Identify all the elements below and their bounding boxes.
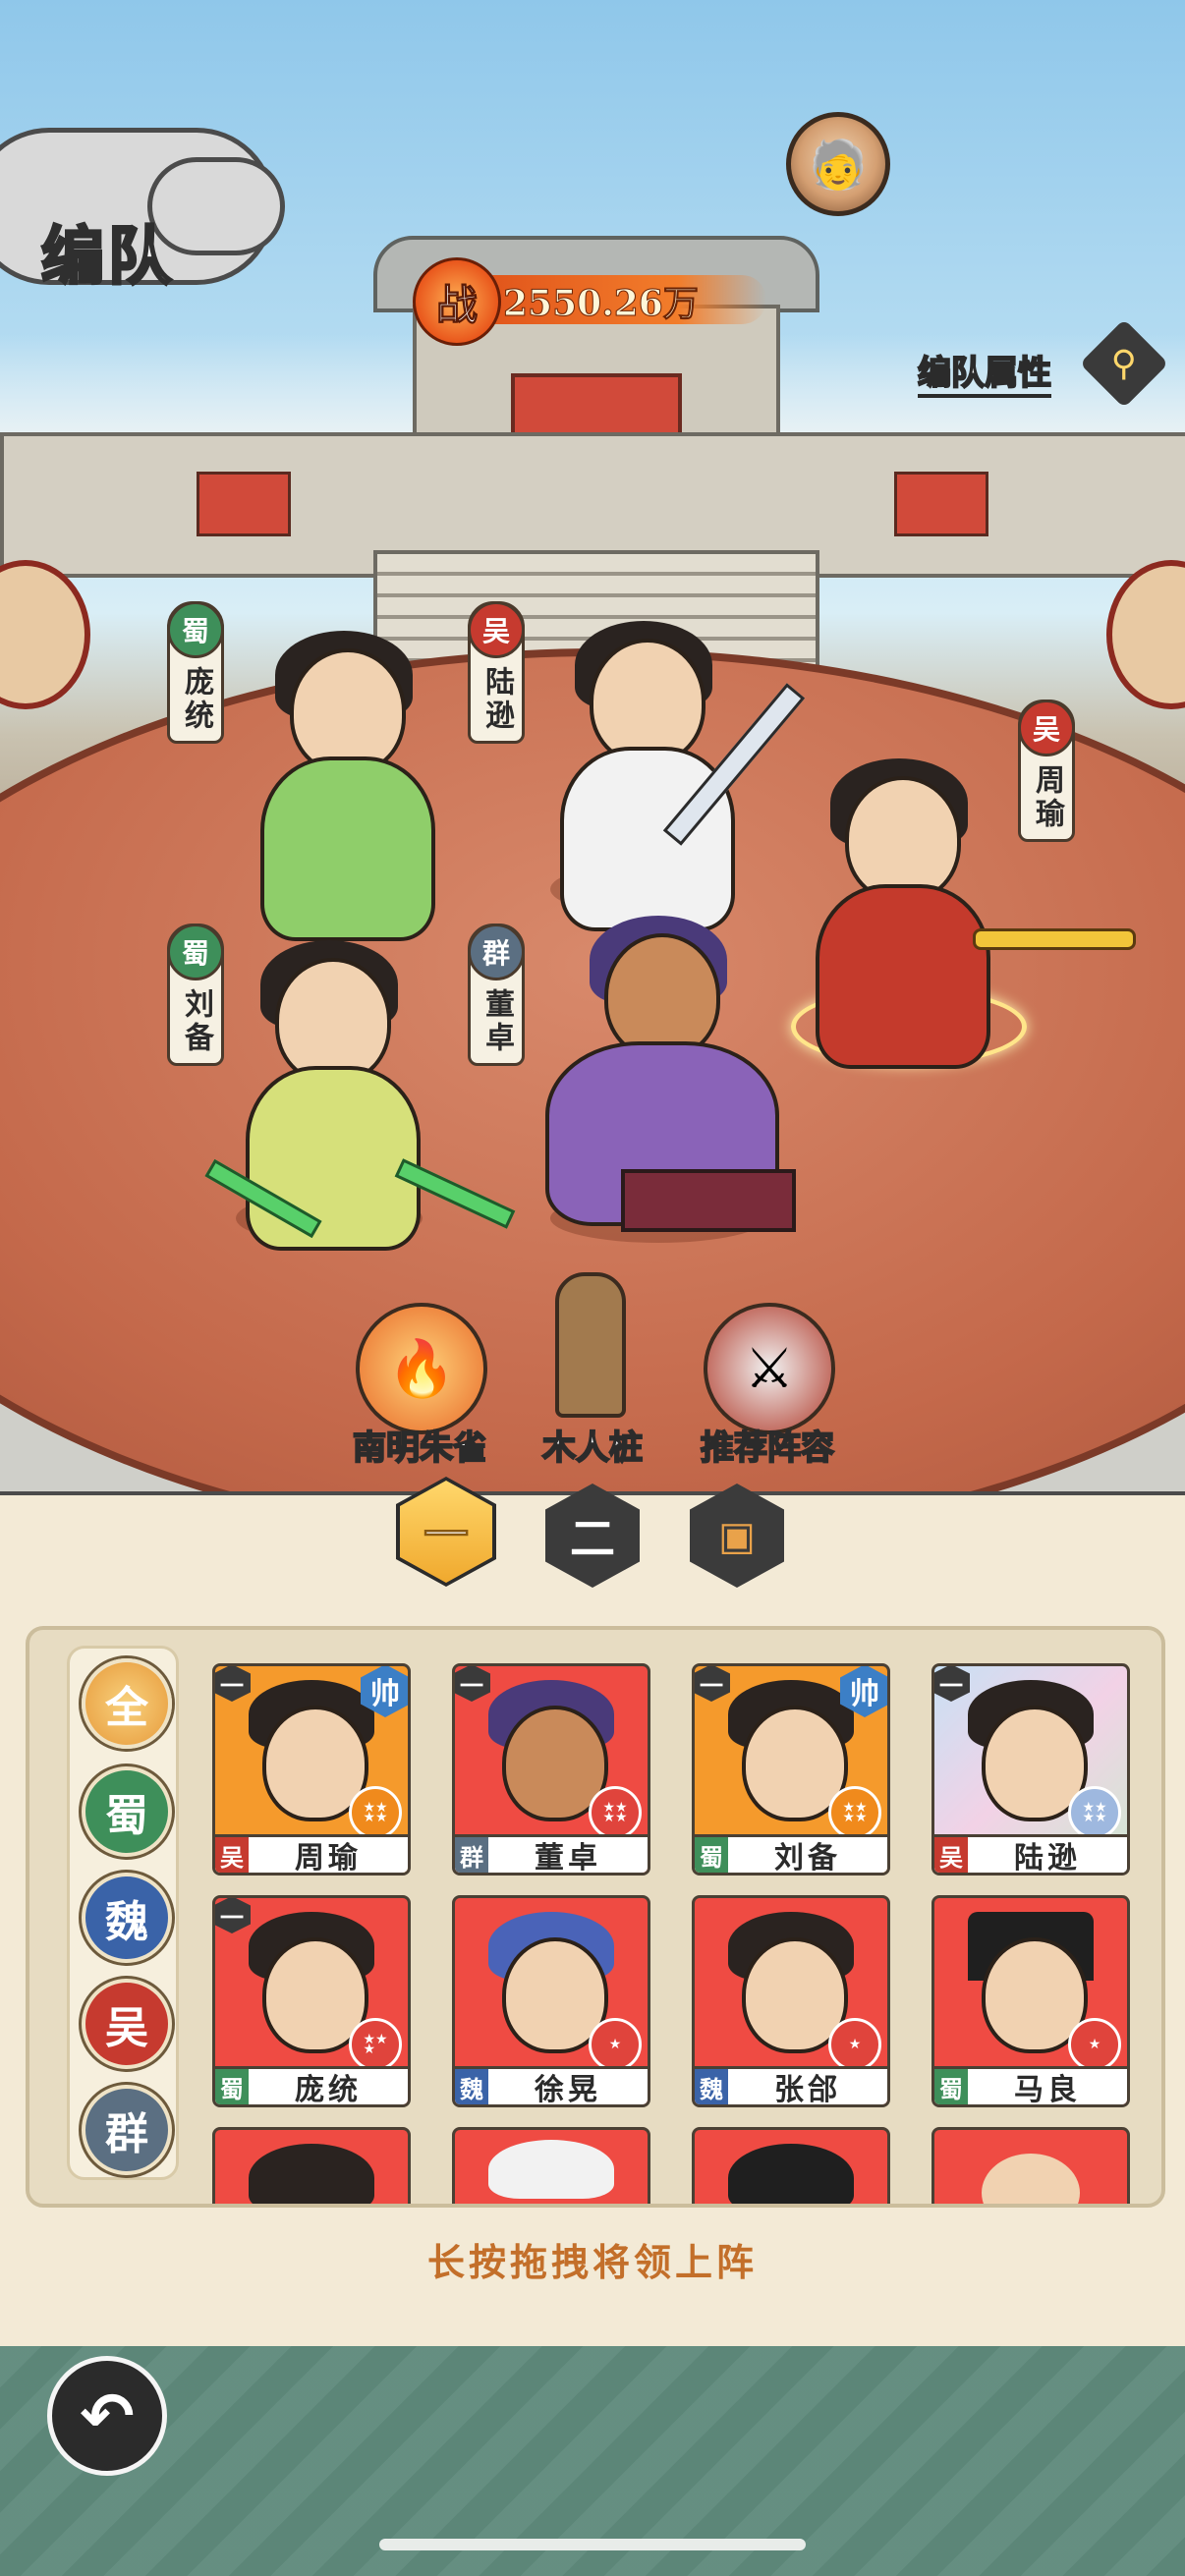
tool-label: 南明朱雀 [352,1428,487,1469]
hero-card[interactable] [692,2127,890,2204]
hero-card[interactable]: 一 帅 ★★ ★★ 蜀刘备 [692,1663,890,1876]
card-faction: 蜀 [934,2069,968,2104]
hero-banner: 蜀 刘备 [167,924,224,1066]
star-rank-icon: ★★ ★★ [349,1786,402,1839]
hero-card[interactable] [452,2127,650,2204]
card-hero-name: 徐晃 [535,2073,601,2107]
lock-chest-icon: ▣ [690,1484,784,1588]
hero-card[interactable]: ★ 魏 张郃 [692,1895,890,2107]
hero-banner: 群 董卓 [468,924,525,1066]
hero-banner: 吴 陆逊 [468,601,525,744]
flag-right [894,472,988,536]
hero-card[interactable] [931,2127,1130,2204]
faction-badge: 吴 [468,601,525,658]
hero-name: 庞统 [179,666,213,733]
hero-name: 周瑜 [1030,764,1064,831]
field-hero-pangtong[interactable] [255,631,435,941]
tool-recommend-lineup-button[interactable]: ⚔ 推荐阵容 [700,1303,835,1469]
drum-left [0,560,90,709]
drag-hint-text: 长按拖拽将领上阵 [426,2240,758,2284]
tool-label: 木人桩 [541,1428,644,1469]
field-hero-zhouyu[interactable] [806,758,992,1069]
table-prop [621,1169,796,1232]
card-faction: 吴 [215,1837,249,1873]
hero-card[interactable]: 一 ★★ ★ 蜀庞统 [212,1895,411,2107]
faction-badge: 吴 [1018,700,1075,756]
faction-badge: 群 [468,924,525,980]
faction-badge: 蜀 [167,924,224,980]
card-faction: 蜀 [215,2069,249,2104]
battle-scene: 编队 🧓 战 2550.26万 编队属性 ⚲ 蜀 庞统 吴 陆逊 吴 周瑜 蜀 … [0,0,1185,1533]
filter-all-button[interactable]: 全 [82,1658,172,1749]
golden-sword-prop [973,928,1136,950]
hero-card[interactable]: 一 帅 ★★ ★★ 吴周瑜 [212,1663,411,1876]
team-tab-2[interactable]: 二 [545,1484,640,1588]
flag-left [197,472,291,536]
team-tab-locked[interactable]: ▣ [690,1484,784,1588]
card-hero-name: 张郃 [774,2073,841,2107]
crossed-swords-icon: ⚔ [704,1303,835,1434]
filter-wu-button[interactable]: 吴 [82,1979,172,2069]
card-faction: 蜀 [695,1837,728,1873]
hero-name: 陆逊 [480,666,514,733]
tool-label: 推荐阵容 [700,1428,835,1469]
hero-card[interactable] [212,2127,411,2204]
hero-roster-grid: 全 蜀 魏 吴 群 一 帅 ★★ ★★ 吴周瑜 一 ★★ ★★ 群董卓 一 帅 ★★… [26,1626,1165,2208]
tool-phoenix-button[interactable]: 🔥 南明朱雀 [352,1303,487,1469]
combat-power-badge: 战 [413,257,501,346]
hero-name: 刘备 [179,988,213,1055]
filter-qun-button[interactable]: 群 [82,2085,172,2175]
card-faction: 吴 [934,1837,968,1873]
star-rank-icon: ★ [828,2018,881,2071]
card-hero-name: 刘备 [774,1841,841,1876]
drum-right [1106,560,1185,709]
magnifier-icon: ⚲ [1079,318,1169,409]
hero-banner: 蜀 庞统 [167,601,224,744]
combat-power-value: 2550.26万 [503,283,700,325]
hero-card[interactable]: ★ 蜀 马良 [931,1895,1130,2107]
faction-filter-column: 全 蜀 魏 吴 群 [67,1646,179,2180]
filter-shu-button[interactable]: 蜀 [82,1766,172,1857]
player-avatar[interactable]: 🧓 [786,112,890,216]
phoenix-icon: 🔥 [356,1303,487,1434]
filter-wei-button[interactable]: 魏 [82,1873,172,1963]
card-faction: 魏 [455,2069,488,2104]
card-hero-name: 陆逊 [1014,1841,1081,1876]
tool-wooden-dummy-button[interactable]: 木人桩 [529,1272,656,1469]
home-indicator[interactable] [379,2539,806,2550]
hero-card[interactable]: 一 ★★ ★★ 吴陆逊 [931,1663,1130,1876]
combat-power: 战 2550.26万 [413,257,766,346]
back-arrow-icon: ↶ [80,2378,135,2454]
star-rank-icon: ★★ ★★ [1068,1786,1121,1839]
faction-badge: 蜀 [167,601,224,658]
star-rank-icon: ★★ ★★ [828,1786,881,1839]
star-rank-icon: ★ [1068,2018,1121,2071]
formation-attributes-label: 编队属性 [917,346,1052,398]
card-hero-name: 周瑜 [295,1841,362,1876]
star-rank-icon: ★★ ★★ [589,1786,642,1839]
field-hero-liubei[interactable] [231,940,427,1251]
formation-attributes-button[interactable]: 编队属性 ⚲ [917,318,1169,409]
card-hero-name: 董卓 [535,1841,601,1876]
page-title: 编队 [40,219,175,296]
team-tab-1[interactable]: 一 [396,1477,496,1587]
hero-card[interactable]: 一 ★★ ★★ 群董卓 [452,1663,650,1876]
avatar-face-icon: 🧓 [809,137,868,193]
star-rank-icon: ★★ ★ [349,2018,402,2071]
wooden-dummy-icon [529,1272,652,1418]
hero-card[interactable]: ★ 魏 徐晃 [452,1895,650,2107]
card-hero-name: 庞统 [295,2073,362,2107]
card-faction: 群 [455,1837,488,1873]
card-faction: 魏 [695,2069,728,2104]
hero-name: 董卓 [480,988,514,1055]
hero-banner: 吴 周瑜 [1018,700,1075,842]
card-hero-name: 马良 [1014,2073,1081,2107]
back-button[interactable]: ↶ [47,2356,167,2476]
star-rank-icon: ★ [589,2018,642,2071]
team-tab-label: 二 [545,1484,640,1588]
